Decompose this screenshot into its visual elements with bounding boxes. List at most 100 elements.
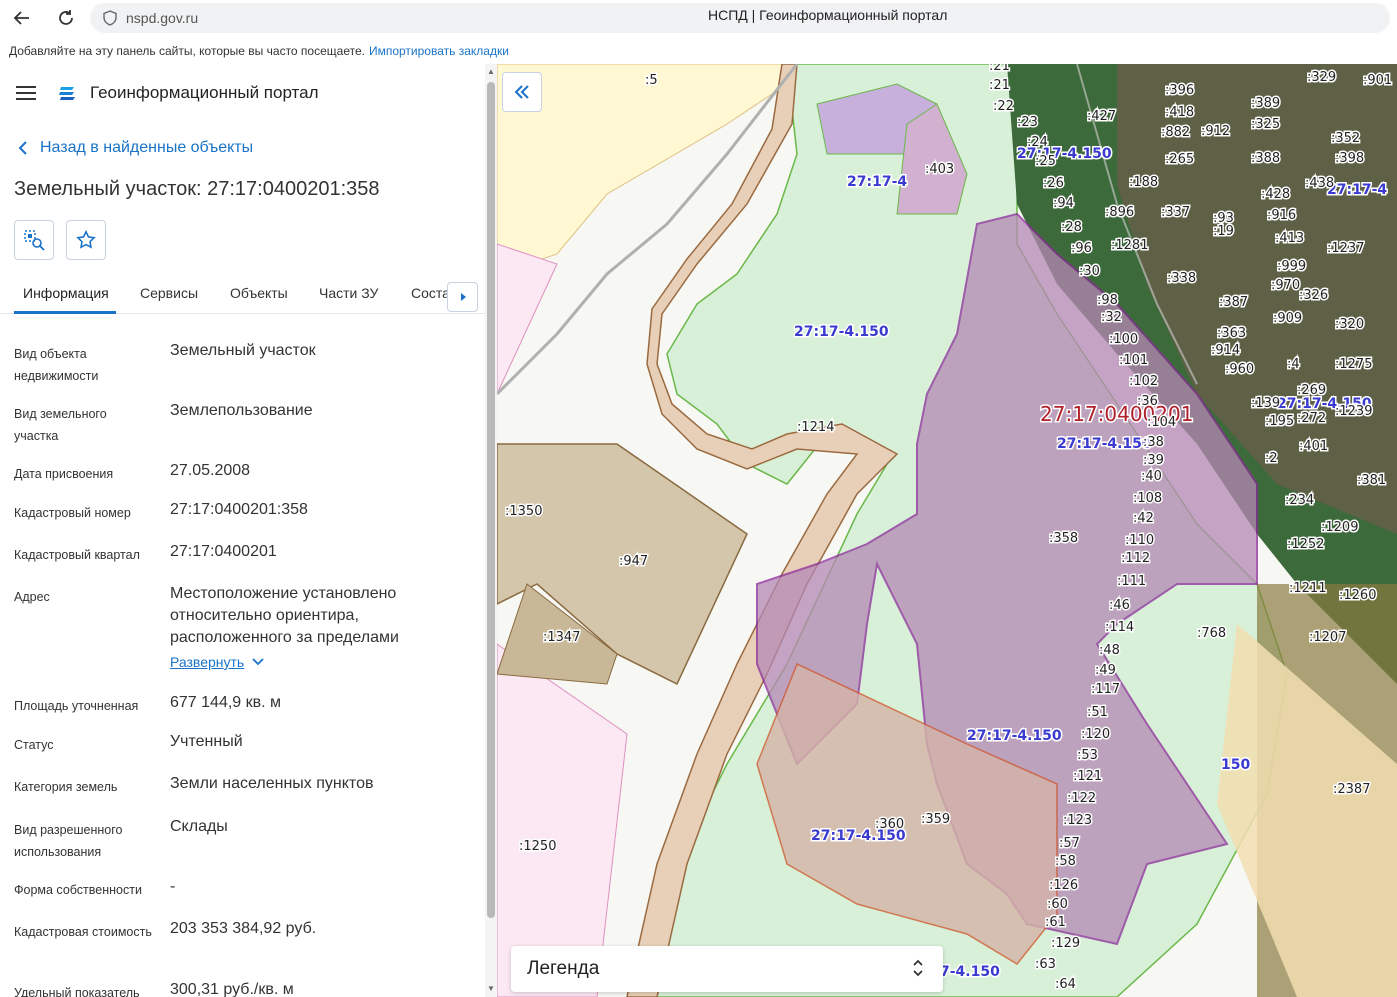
- parcel-label[interactable]: :188: [1128, 174, 1160, 192]
- parcel-label[interactable]: :1275: [1334, 356, 1374, 374]
- parcel-label[interactable]: :139: [1250, 395, 1282, 413]
- parcel-label[interactable]: :101: [1118, 352, 1150, 370]
- parcel-label[interactable]: :960: [1224, 361, 1256, 379]
- parcel-label[interactable]: :117: [1090, 681, 1122, 699]
- menu-icon[interactable]: [16, 86, 36, 100]
- parcel-label[interactable]: :98: [1096, 292, 1120, 310]
- parcel-label[interactable]: :40: [1140, 468, 1164, 486]
- parcel-label[interactable]: :1250: [518, 838, 558, 856]
- parcel-label[interactable]: :428: [1260, 186, 1292, 204]
- parcel-label[interactable]: :388: [1250, 150, 1282, 168]
- parcel-label[interactable]: :2387: [1332, 781, 1372, 799]
- parcel-label[interactable]: :112: [1120, 550, 1152, 568]
- scroll-down-icon[interactable]: ▼: [487, 985, 495, 993]
- parcel-label[interactable]: :329: [1306, 69, 1338, 87]
- parcel-label[interactable]: :916: [1266, 207, 1298, 225]
- parcel-label[interactable]: :64: [1054, 976, 1078, 994]
- parcel-label[interactable]: :1252: [1286, 536, 1326, 554]
- parcel-label[interactable]: :320: [1334, 316, 1366, 334]
- parcel-label[interactable]: :1209: [1320, 519, 1360, 537]
- zone-label[interactable]: 27:17-4: [1326, 181, 1389, 200]
- parcel-label[interactable]: :25: [1034, 153, 1058, 171]
- parcel-label[interactable]: :195: [1264, 413, 1296, 431]
- parcel-label[interactable]: :768: [1196, 625, 1228, 643]
- chevron-down-icon[interactable]: [252, 658, 264, 666]
- back-arrow-icon[interactable]: [10, 6, 34, 30]
- tab-services[interactable]: Сервисы: [140, 285, 198, 301]
- parcel-label[interactable]: :1237: [1326, 240, 1366, 258]
- reload-icon[interactable]: [54, 6, 78, 30]
- zone-label[interactable]: 27:17-4.150: [810, 827, 908, 846]
- tab-information[interactable]: Информация: [23, 285, 109, 301]
- parcel-label[interactable]: :26: [1042, 175, 1066, 193]
- parcel-label[interactable]: :413: [1274, 230, 1306, 248]
- parcel-label[interactable]: :947: [618, 553, 650, 571]
- parcel-label[interactable]: :401: [1298, 438, 1330, 456]
- parcel-label[interactable]: :272: [1296, 410, 1328, 428]
- panel-scrollbar[interactable]: ▲ ▼: [485, 64, 497, 997]
- parcel-label[interactable]: :337: [1160, 204, 1192, 222]
- parcel-label[interactable]: :970: [1270, 277, 1302, 295]
- parcel-label[interactable]: :42: [1132, 510, 1156, 528]
- parcel-label[interactable]: :36: [1136, 393, 1160, 411]
- legend-dropdown[interactable]: Легенда: [511, 946, 943, 992]
- parcel-label[interactable]: :120: [1080, 726, 1112, 744]
- parcel-label[interactable]: :358: [1048, 530, 1080, 548]
- zone-label[interactable]: 27:17-4.150: [1056, 435, 1154, 454]
- tab-composition[interactable]: Соста: [411, 285, 450, 301]
- parcel-label[interactable]: :1281: [1110, 237, 1150, 255]
- back-to-results-link[interactable]: Назад в найденные объекты: [18, 139, 253, 157]
- parcel-label[interactable]: :53: [1076, 747, 1100, 765]
- parcel-label[interactable]: :363: [1216, 325, 1248, 343]
- parcel-label[interactable]: :387: [1218, 294, 1250, 312]
- parcel-label[interactable]: :418: [1164, 104, 1196, 122]
- parcel-label[interactable]: :2: [1264, 450, 1280, 468]
- parcel-label[interactable]: :123: [1062, 812, 1094, 830]
- parcel-label[interactable]: :19: [1212, 223, 1236, 241]
- parcel-label[interactable]: :4: [1286, 356, 1302, 374]
- parcel-label[interactable]: :111: [1116, 573, 1148, 591]
- map-canvas[interactable]: :5 :403 27:17-4 27:17-4.150 :1214 :1350 …: [497, 64, 1397, 997]
- parcel-label[interactable]: :51: [1086, 704, 1110, 722]
- parcel-label[interactable]: :32: [1100, 309, 1124, 327]
- parcel-label[interactable]: :438: [1304, 175, 1336, 193]
- parcel-label[interactable]: :901: [1362, 72, 1394, 90]
- parcel-label[interactable]: :999: [1276, 258, 1308, 276]
- parcel-label[interactable]: :1350: [504, 503, 544, 521]
- parcel-label[interactable]: :21: [988, 64, 1012, 76]
- parcel-label[interactable]: :23: [1016, 114, 1040, 132]
- parcel-label[interactable]: :104: [1146, 414, 1178, 432]
- parcel-label[interactable]: :24: [1026, 134, 1050, 152]
- parcel-label[interactable]: :122: [1066, 790, 1098, 808]
- zone-label[interactable]: 27:17-4: [846, 173, 909, 192]
- parcel-label[interactable]: :114: [1104, 619, 1136, 637]
- parcel-label[interactable]: :39: [1142, 452, 1166, 470]
- parcel-label[interactable]: :58: [1054, 853, 1078, 871]
- parcel-label[interactable]: :102: [1128, 373, 1160, 391]
- parcel-label[interactable]: :121: [1072, 768, 1104, 786]
- parcel-label[interactable]: :912: [1200, 123, 1232, 141]
- parcel-label[interactable]: :389: [1250, 95, 1282, 113]
- parcel-label[interactable]: :352: [1330, 130, 1362, 148]
- zone-label[interactable]: 27:17-4.150: [966, 727, 1064, 746]
- map-view[interactable]: :5 :403 27:17-4 27:17-4.150 :1214 :1350 …: [497, 64, 1397, 997]
- parcel-label[interactable]: :359: [920, 811, 952, 829]
- scroll-thumb[interactable]: [487, 82, 495, 918]
- parcel-label[interactable]: :1260: [1338, 587, 1378, 605]
- tabs-scroll-right-button[interactable]: [447, 282, 478, 312]
- parcel-label[interactable]: :46: [1108, 597, 1132, 615]
- expand-address-link[interactable]: Развернуть: [170, 651, 244, 673]
- parcel-label[interactable]: :94: [1052, 195, 1076, 213]
- tab-parts[interactable]: Части ЗУ: [319, 285, 378, 301]
- parcel-label[interactable]: :5: [644, 72, 660, 90]
- parcel-label[interactable]: :38: [1142, 434, 1166, 452]
- parcel-label[interactable]: :914: [1210, 342, 1242, 360]
- zone-label[interactable]: 27:17-4.150: [793, 323, 891, 342]
- parcel-label[interactable]: :63: [1034, 956, 1058, 974]
- parcel-label[interactable]: :1211: [1288, 580, 1328, 598]
- parcel-label[interactable]: :96: [1070, 240, 1094, 258]
- parcel-label[interactable]: :100: [1108, 331, 1140, 349]
- parcel-label[interactable]: :338: [1166, 270, 1198, 288]
- parcel-label[interactable]: :129: [1050, 935, 1082, 953]
- parcel-label[interactable]: :326: [1298, 287, 1330, 305]
